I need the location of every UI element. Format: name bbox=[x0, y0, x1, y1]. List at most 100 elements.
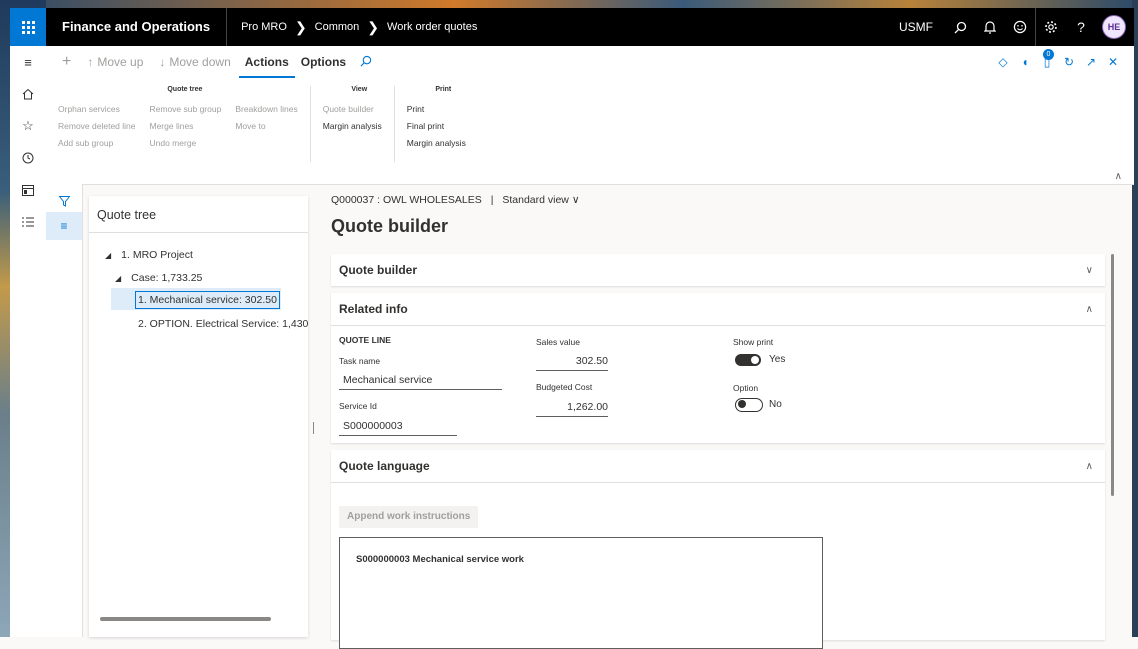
view-selector[interactable]: Standard view ∨ bbox=[502, 194, 579, 206]
modules-list-icon[interactable] bbox=[10, 206, 46, 238]
group-print: Print Print Final print Margin analysis bbox=[403, 86, 484, 162]
help-icon[interactable]: ? bbox=[1066, 8, 1096, 46]
star-icon[interactable]: ☆ bbox=[10, 110, 46, 142]
chevron-down-icon: ∨ bbox=[1085, 264, 1093, 276]
hamburger-icon[interactable]: ≡ bbox=[10, 46, 46, 78]
panel-title: Quote tree bbox=[89, 196, 308, 233]
breadcrumb-item[interactable]: Work order quotes bbox=[387, 21, 477, 33]
group-quote-tree: Quote tree Orphan services Remove delete… bbox=[54, 86, 316, 162]
search-icon[interactable] bbox=[352, 55, 380, 70]
search-icon[interactable] bbox=[945, 8, 975, 46]
workspaces-icon[interactable] bbox=[10, 174, 46, 206]
breakdown-lines-button[interactable]: Breakdown lines bbox=[235, 101, 297, 118]
waffle-icon bbox=[21, 20, 35, 34]
section-header[interactable]: Related info ∧ bbox=[331, 293, 1105, 326]
list-view-icon[interactable]: ≡ bbox=[46, 212, 82, 240]
vertical-scrollbar[interactable] bbox=[1111, 254, 1114, 496]
tree-node[interactable]: 2. OPTION. Electrical Service: 1,430 bbox=[138, 318, 308, 330]
show-print-label: Show print bbox=[733, 337, 774, 347]
horizontal-scrollbar[interactable] bbox=[100, 617, 271, 621]
task-name-field[interactable]: Mechanical service bbox=[339, 371, 502, 390]
action-pane-right-icons: ◇ ◖ ▯ 0 ↻ ↗ ✕ bbox=[992, 49, 1134, 69]
merge-lines-button[interactable]: Merge lines bbox=[150, 118, 222, 135]
refresh-icon[interactable]: ↻ bbox=[1058, 55, 1080, 69]
plus-icon: + bbox=[62, 53, 72, 70]
quote-language-textbox[interactable]: S000000003 Mechanical service work bbox=[339, 537, 823, 649]
home-icon[interactable] bbox=[10, 78, 46, 110]
main-content: Q000037 : OWL WHOLESALES | Standard view… bbox=[322, 184, 1108, 649]
append-work-instructions-button[interactable]: Append work instructions bbox=[339, 506, 479, 528]
breadcrumb-item[interactable]: Common bbox=[315, 21, 360, 33]
move-down-button[interactable]: ↓ Move down bbox=[151, 55, 238, 69]
arrow-down-icon: ↓ bbox=[159, 55, 166, 69]
tab-actions[interactable]: Actions bbox=[238, 46, 295, 78]
company-picker[interactable]: USMF bbox=[887, 20, 945, 34]
show-print-toggle[interactable] bbox=[735, 354, 761, 366]
collapse-triangle-icon[interactable]: ◢ bbox=[115, 274, 121, 283]
option-label: Option bbox=[733, 383, 759, 393]
budgeted-cost-field[interactable]: 1,262.00 bbox=[536, 398, 608, 417]
group-title: Quote tree bbox=[167, 86, 203, 93]
page-title: Quote builder bbox=[331, 216, 448, 236]
background-banner bbox=[0, 0, 1138, 8]
option-toggle[interactable] bbox=[735, 398, 763, 412]
clock-icon[interactable] bbox=[10, 142, 46, 174]
close-icon[interactable]: ✕ bbox=[1102, 55, 1124, 69]
move-down-label: Move down bbox=[169, 55, 231, 69]
gear-icon[interactable] bbox=[1036, 8, 1066, 46]
app-title[interactable]: Finance and Operations bbox=[46, 8, 228, 46]
filter-icon[interactable] bbox=[46, 190, 82, 212]
breadcrumb-item[interactable]: Pro MRO bbox=[241, 21, 287, 33]
open-in-new-window-icon[interactable]: ↗ bbox=[1080, 55, 1102, 69]
avatar[interactable]: HE bbox=[1102, 15, 1126, 39]
quote-builder-button[interactable]: Quote builder bbox=[323, 101, 382, 118]
remove-deleted-line-button[interactable]: Remove deleted line bbox=[58, 118, 136, 135]
margin-analysis-button[interactable]: Margin analysis bbox=[323, 118, 382, 135]
group-title: Print bbox=[435, 86, 452, 93]
new-button[interactable]: + bbox=[54, 53, 79, 71]
chevron-right-icon: ❯ bbox=[367, 18, 380, 35]
section-quote-builder: Quote builder ∨ bbox=[331, 254, 1105, 286]
app-launcher-button[interactable] bbox=[10, 8, 46, 46]
record-caption: Q000037 : OWL WHOLESALES | Standard view… bbox=[331, 194, 580, 206]
office-icon[interactable]: ◖ bbox=[1014, 55, 1036, 69]
caption-separator: | bbox=[490, 194, 494, 206]
smiley-icon[interactable] bbox=[1005, 8, 1035, 46]
chevron-up-icon[interactable]: ∧ bbox=[1115, 171, 1122, 182]
section-title: Related info bbox=[339, 302, 408, 316]
tree-node-selected[interactable]: 1. Mechanical service: 302.50 bbox=[135, 291, 280, 309]
quote-tree-panel: Quote tree ◢ 1. MRO Project ◢ Case: 1,733.… bbox=[89, 196, 308, 637]
notification-badge: 0 bbox=[1043, 49, 1054, 60]
tree-node[interactable]: ◢ Case: 1,733.25 bbox=[115, 272, 202, 284]
show-print-value: Yes bbox=[769, 354, 786, 365]
arrow-up-icon: ↑ bbox=[87, 55, 94, 69]
move-up-button[interactable]: ↑ Move up bbox=[79, 55, 151, 69]
print-margin-analysis-button[interactable]: Margin analysis bbox=[407, 135, 466, 152]
bell-icon[interactable] bbox=[975, 8, 1005, 46]
filter-pane-toggle-column: ≡ bbox=[46, 184, 83, 637]
breadcrumb: Pro MRO ❯ Common ❯ Work order quotes bbox=[227, 19, 477, 36]
tree-node[interactable]: ◢ 1. MRO Project bbox=[105, 249, 193, 261]
undo-merge-button[interactable]: Undo merge bbox=[150, 135, 222, 152]
record-title: Q000037 : OWL WHOLESALES bbox=[331, 194, 482, 206]
tab-options[interactable]: Options bbox=[295, 46, 352, 78]
remove-sub-group-button[interactable]: Remove sub group bbox=[150, 101, 222, 118]
action-pane: + ↑ Move up ↓ Move down Actions Options ◇ … bbox=[46, 46, 1134, 185]
orphan-services-button[interactable]: Orphan services bbox=[58, 101, 136, 118]
move-to-button[interactable]: Move to bbox=[235, 118, 297, 135]
collapse-triangle-icon[interactable]: ◢ bbox=[105, 251, 111, 260]
section-header[interactable]: Quote language ∧ bbox=[331, 450, 1105, 483]
print-button[interactable]: Print bbox=[407, 101, 466, 118]
sales-value-field[interactable]: 302.50 bbox=[536, 352, 608, 371]
group-title: View bbox=[351, 86, 368, 93]
service-id-field[interactable]: S000000003 bbox=[339, 417, 457, 436]
panel-splitter[interactable] bbox=[313, 422, 316, 434]
section-header[interactable]: Quote builder ∨ bbox=[331, 254, 1105, 286]
diamond-icon[interactable]: ◇ bbox=[992, 55, 1014, 69]
sales-value-label: Sales value bbox=[536, 337, 580, 347]
final-print-button[interactable]: Final print bbox=[407, 118, 466, 135]
attachments-icon[interactable]: ▯ 0 bbox=[1036, 49, 1058, 69]
section-related-info: Related info ∧ QUOTE LINE Task name Mech… bbox=[331, 293, 1105, 443]
top-right-controls: USMF ? HE bbox=[887, 8, 1134, 46]
add-sub-group-button[interactable]: Add sub group bbox=[58, 135, 136, 152]
